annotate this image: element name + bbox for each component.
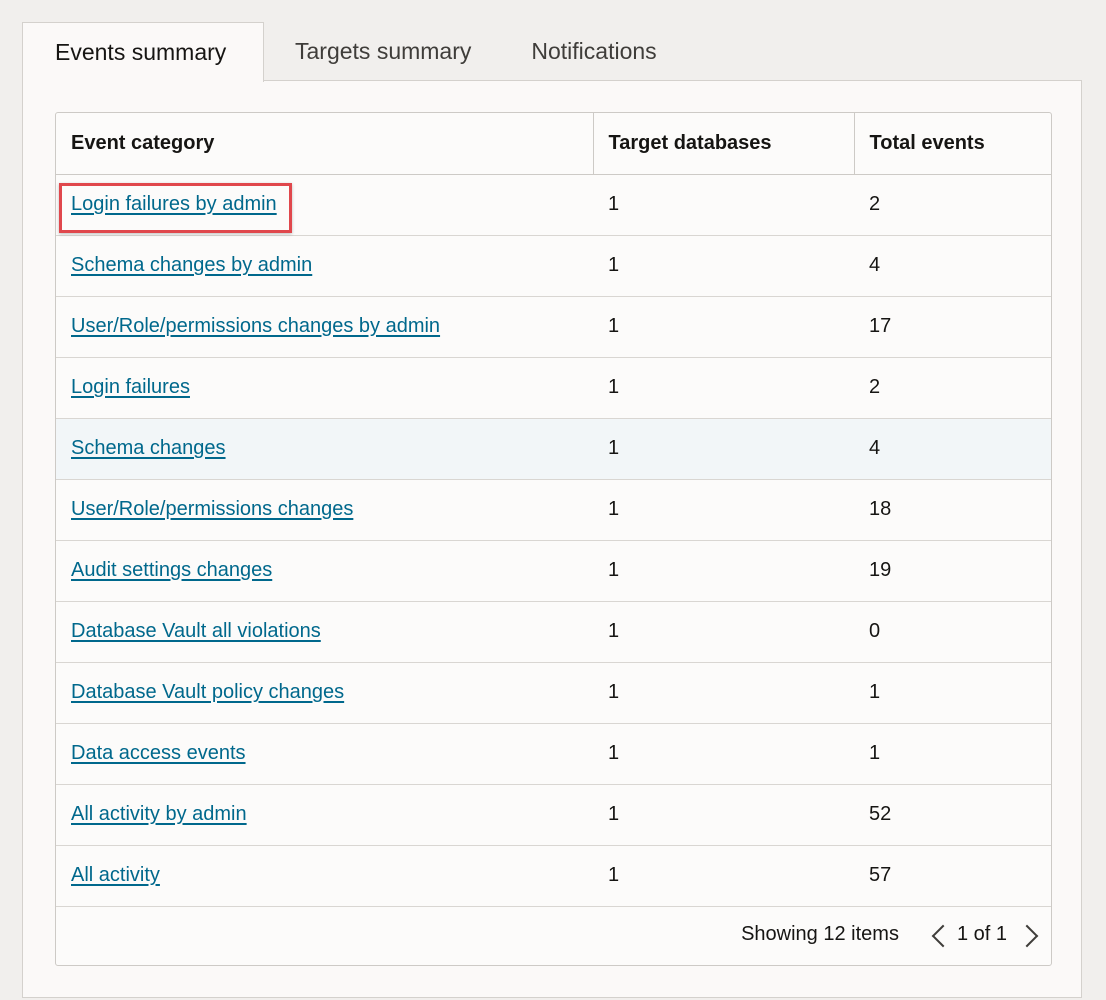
column-header-event-category[interactable]: Event category bbox=[56, 113, 593, 175]
cell-event-category: User/Role/permissions changes by admin bbox=[56, 296, 593, 358]
event-category-link[interactable]: User/Role/permissions changes by admin bbox=[71, 315, 440, 337]
event-category-link[interactable]: User/Role/permissions changes bbox=[71, 498, 353, 520]
table-row: User/Role/permissions changes 1 18 bbox=[56, 479, 1051, 541]
cell-target-databases: 1 bbox=[593, 479, 854, 541]
event-category-link[interactable]: Schema changes bbox=[71, 437, 226, 459]
tab-notifications[interactable]: Notifications bbox=[501, 22, 686, 81]
chevron-right-icon bbox=[1015, 924, 1039, 947]
column-header-total-events[interactable]: Total events bbox=[853, 113, 1051, 175]
table-row: Database Vault all violations 1 0 bbox=[56, 601, 1051, 663]
event-category-link[interactable]: Login failures by admin bbox=[71, 193, 277, 215]
cell-event-category: Database Vault all violations bbox=[56, 601, 593, 663]
cell-event-category: All activity by admin bbox=[56, 784, 593, 846]
page-indicator: 1 of 1 bbox=[956, 923, 1007, 945]
cell-total-events: 17 bbox=[854, 296, 1051, 358]
cell-total-events: 1 bbox=[854, 662, 1051, 724]
column-header-target-databases[interactable]: Target databases bbox=[592, 113, 854, 175]
cell-total-events: 52 bbox=[854, 784, 1051, 846]
tab-events-summary[interactable]: Events summary bbox=[22, 22, 264, 82]
cell-event-category: Login failures by admin bbox=[56, 174, 593, 236]
cell-target-databases: 1 bbox=[593, 296, 854, 358]
table-row: User/Role/permissions changes by admin 1… bbox=[56, 296, 1051, 358]
table-row: Schema changes by admin 1 4 bbox=[56, 235, 1051, 297]
cell-target-databases: 1 bbox=[593, 357, 854, 419]
cell-target-databases: 1 bbox=[593, 540, 854, 602]
table-row: All activity by admin 1 52 bbox=[56, 784, 1051, 846]
events-summary-table: Event category Target databases Total ev… bbox=[56, 113, 1051, 907]
table-row: Audit settings changes 1 19 bbox=[56, 540, 1051, 602]
cell-event-category: Data access events bbox=[56, 723, 593, 785]
cell-total-events: 1 bbox=[854, 723, 1051, 785]
cell-target-databases: 1 bbox=[593, 235, 854, 297]
chevron-left-icon bbox=[931, 924, 955, 947]
cell-target-databases: 1 bbox=[593, 601, 854, 663]
table-row: Data access events 1 1 bbox=[56, 723, 1051, 785]
cell-total-events: 4 bbox=[854, 418, 1051, 480]
item-count-label: Showing 12 items bbox=[741, 923, 899, 945]
event-category-link[interactable]: Database Vault policy changes bbox=[71, 681, 344, 703]
cell-target-databases: 1 bbox=[593, 418, 854, 480]
event-category-link[interactable]: All activity bbox=[71, 864, 160, 886]
cell-event-category: User/Role/permissions changes bbox=[56, 479, 593, 541]
cell-total-events: 0 bbox=[854, 601, 1051, 663]
events-summary-table-card: Event category Target databases Total ev… bbox=[55, 112, 1052, 966]
event-category-link[interactable]: Schema changes by admin bbox=[71, 254, 312, 276]
cell-target-databases: 1 bbox=[593, 845, 854, 907]
table-row: Login failures by admin 1 2 bbox=[56, 174, 1051, 236]
event-category-link[interactable]: Database Vault all violations bbox=[71, 620, 321, 642]
cell-event-category: Audit settings changes bbox=[56, 540, 593, 602]
cell-total-events: 2 bbox=[854, 174, 1051, 236]
cell-total-events: 2 bbox=[854, 357, 1051, 419]
cell-total-events: 57 bbox=[854, 845, 1051, 907]
event-category-link[interactable]: Login failures bbox=[71, 376, 190, 398]
cell-event-category: All activity bbox=[56, 845, 593, 907]
event-category-link[interactable]: Data access events bbox=[71, 742, 246, 764]
next-page-button[interactable] bbox=[1015, 921, 1041, 949]
cell-target-databases: 1 bbox=[593, 784, 854, 846]
tab-panel: Event category Target databases Total ev… bbox=[22, 80, 1082, 998]
table-row: Schema changes 1 4 bbox=[56, 418, 1051, 480]
cell-target-databases: 1 bbox=[593, 174, 854, 236]
table-footer: Showing 12 items 1 of 1 bbox=[56, 904, 1051, 965]
table-row: Login failures 1 2 bbox=[56, 357, 1051, 419]
previous-page-button[interactable] bbox=[927, 921, 955, 949]
table-row: All activity 1 57 bbox=[56, 845, 1051, 907]
cell-event-category: Schema changes bbox=[56, 418, 593, 480]
cell-total-events: 4 bbox=[854, 235, 1051, 297]
highlight-box: Login failures by admin bbox=[59, 183, 292, 233]
cell-event-category: Database Vault policy changes bbox=[56, 662, 593, 724]
tab-bar: Events summary Targets summary Notificat… bbox=[22, 22, 687, 82]
table-row: Database Vault policy changes 1 1 bbox=[56, 662, 1051, 724]
cell-event-category: Schema changes by admin bbox=[56, 235, 593, 297]
cell-target-databases: 1 bbox=[593, 662, 854, 724]
cell-target-databases: 1 bbox=[593, 723, 854, 785]
tab-targets-summary[interactable]: Targets summary bbox=[264, 22, 501, 81]
cell-total-events: 18 bbox=[854, 479, 1051, 541]
cell-event-category: Login failures bbox=[56, 357, 593, 419]
table-header-row: Event category Target databases Total ev… bbox=[56, 113, 1051, 175]
cell-total-events: 19 bbox=[854, 540, 1051, 602]
event-category-link[interactable]: Audit settings changes bbox=[71, 559, 272, 581]
event-category-link[interactable]: All activity by admin bbox=[71, 803, 247, 825]
